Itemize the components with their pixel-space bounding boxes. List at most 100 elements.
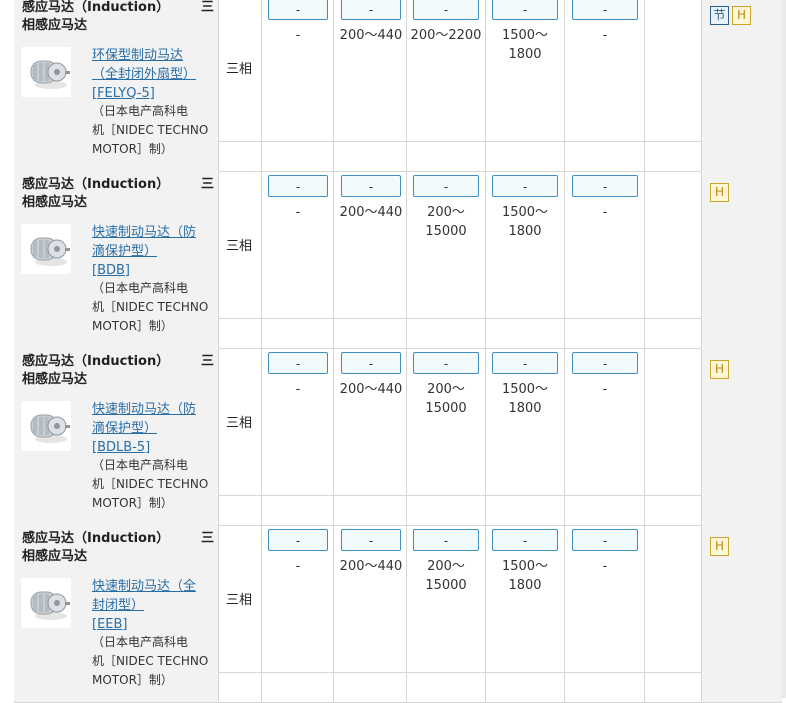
scrollbar[interactable] — [781, 0, 786, 698]
phase-label: 三相 — [226, 62, 253, 77]
motor-image[interactable] — [21, 47, 71, 97]
spec-value: 1500～ 1800 — [501, 382, 549, 416]
spec-value: 200～440 — [339, 28, 403, 43]
motor-image[interactable] — [21, 401, 71, 451]
spec-value: 200～ 15000 — [425, 382, 467, 416]
h-badge-icon: H — [710, 537, 729, 556]
title-main: 感应马达（Induction） — [22, 531, 170, 546]
table-row: 感应马达（Induction） 相感应马达 三 环保型制动马达 （全封闭外扇型）… — [14, 0, 782, 172]
column-divider — [406, 0, 407, 171]
column-divider — [261, 525, 262, 702]
spec-value: - — [602, 205, 608, 220]
spec-dropdown[interactable]: - — [572, 352, 638, 374]
title-line2: 相感应马达 — [22, 372, 88, 387]
product-link[interactable]: 环保型制动马达 （全封闭外扇型） [FELYQ-5] — [92, 46, 218, 103]
manufacturer-note: （日本电产高科电 机［NIDEC TECHNO MOTOR］制） — [92, 104, 209, 156]
column-divider — [261, 0, 262, 171]
spec-value: 200～440 — [339, 559, 403, 574]
product-table: 感应马达（Induction） 相感应马达 三 环保型制动马达 （全封闭外扇型）… — [0, 0, 786, 703]
table-row: 感应马达（Induction） 相感应马达 三 快速制动马达（防 滴保护型） [… — [14, 348, 782, 526]
spec-dropdown[interactable]: - — [492, 352, 558, 374]
spec-dropdown[interactable]: - — [341, 0, 401, 20]
title-tail: 三 — [200, 531, 214, 546]
phase-label: 三相 — [226, 593, 253, 608]
spec-dropdown[interactable]: - — [572, 0, 638, 20]
spec-dropdown[interactable]: - — [268, 352, 328, 374]
spec-value: - — [602, 559, 608, 574]
title-tail: 三 — [200, 177, 214, 192]
column-divider — [218, 0, 219, 171]
column-divider — [218, 171, 219, 348]
spec-dropdown[interactable]: - — [341, 175, 401, 197]
spec-dropdown[interactable]: - — [413, 0, 479, 20]
column-divider — [564, 0, 565, 171]
column-divider — [218, 525, 219, 702]
column-divider — [644, 171, 645, 348]
title-line2: 相感应马达 — [22, 18, 88, 33]
column-divider — [701, 0, 702, 171]
spec-value: - — [295, 205, 301, 220]
spec-value: - — [602, 28, 608, 43]
spec-dropdown[interactable]: - — [341, 352, 401, 374]
spec-dropdown[interactable]: - — [268, 529, 328, 551]
product-category-title: 感应马达（Induction） 相感应马达 三 — [22, 176, 214, 212]
spec-value: 1500～ 1800 — [501, 205, 549, 239]
column-divider — [701, 348, 702, 525]
h-badge-icon: H — [732, 6, 751, 25]
title-line2: 相感应马达 — [22, 549, 88, 564]
column-divider — [218, 348, 219, 525]
phase-label: 三相 — [226, 416, 253, 431]
spec-value: 1500～ 1800 — [501, 559, 549, 593]
column-divider — [406, 348, 407, 525]
title-tail: 三 — [200, 354, 214, 369]
column-divider — [485, 348, 486, 525]
column-divider — [333, 0, 334, 171]
title-line2: 相感应马达 — [22, 195, 88, 210]
spec-value: 200～2200 — [410, 28, 482, 43]
spec-dropdown[interactable]: - — [413, 529, 479, 551]
spec-dropdown[interactable]: - — [341, 529, 401, 551]
product-link[interactable]: 快速制动马达（防 滴保护型） [BDB] — [92, 223, 218, 280]
product-link[interactable]: 快速制动马达（防 滴保护型） [BDLB-5] — [92, 400, 218, 457]
spec-dropdown[interactable]: - — [492, 0, 558, 20]
spec-value: 200～ 15000 — [425, 559, 467, 593]
manufacturer-note: （日本电产高科电 机［NIDEC TECHNO MOTOR］制） — [92, 458, 209, 510]
row-divider — [218, 141, 702, 142]
spec-dropdown[interactable]: - — [572, 529, 638, 551]
product-category-title: 感应马达（Induction） 相感应马达 三 — [22, 353, 214, 389]
title-main: 感应马达（Induction） — [22, 0, 170, 15]
spec-dropdown[interactable]: - — [268, 0, 328, 20]
column-divider — [564, 348, 565, 525]
spec-value: 200～440 — [339, 382, 403, 397]
spec-value: 200～ 15000 — [425, 205, 467, 239]
spec-dropdown[interactable]: - — [413, 175, 479, 197]
spec-value: - — [295, 559, 301, 574]
row-divider — [218, 672, 702, 673]
title-tail: 三 — [200, 0, 214, 15]
phase-label: 三相 — [226, 239, 253, 254]
motor-image[interactable] — [21, 224, 71, 274]
h-badge-icon: H — [710, 183, 729, 202]
spec-dropdown[interactable]: - — [572, 175, 638, 197]
motor-image[interactable] — [21, 578, 71, 628]
title-main: 感应马达（Induction） — [22, 177, 170, 192]
column-divider — [644, 348, 645, 525]
column-divider — [261, 348, 262, 525]
column-divider — [333, 348, 334, 525]
column-divider — [261, 171, 262, 348]
row-divider — [218, 318, 702, 319]
manufacturer-note: （日本电产高科电 机［NIDEC TECHNO MOTOR］制） — [92, 281, 209, 333]
column-divider — [564, 171, 565, 348]
spec-dropdown[interactable]: - — [492, 529, 558, 551]
product-category-title: 感应马达（Induction） 相感应马达 三 — [22, 530, 214, 566]
table-row: 感应马达（Induction） 相感应马达 三 快速制动马达（全 封闭型） [E… — [14, 525, 782, 703]
product-link[interactable]: 快速制动马达（全 封闭型） [EEB] — [92, 577, 218, 634]
column-divider — [701, 525, 702, 702]
column-divider — [485, 525, 486, 702]
spec-dropdown[interactable]: - — [492, 175, 558, 197]
spec-dropdown[interactable]: - — [268, 175, 328, 197]
row-divider — [218, 495, 702, 496]
spec-value: - — [602, 382, 608, 397]
column-divider — [406, 525, 407, 702]
spec-dropdown[interactable]: - — [413, 352, 479, 374]
